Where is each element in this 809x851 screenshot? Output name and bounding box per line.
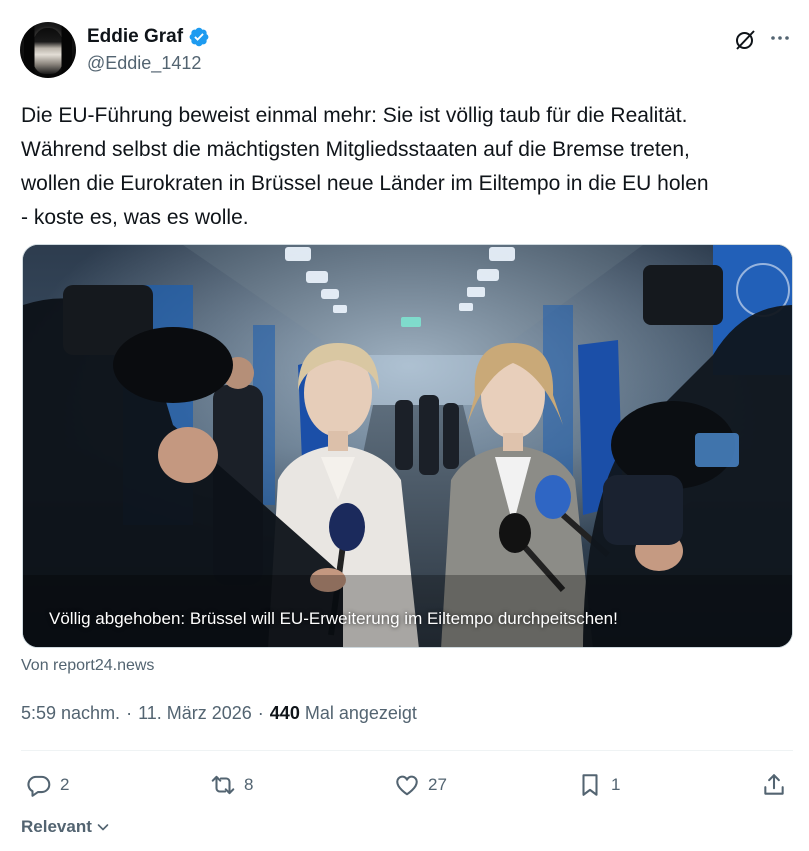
reply-icon: [27, 775, 51, 797]
verified-badge-icon[interactable]: [188, 26, 210, 48]
more-options-icon[interactable]: [768, 26, 792, 52]
author-display-name[interactable]: Eddie Graf: [87, 26, 183, 48]
author-handle[interactable]: @Eddie_1412: [87, 53, 201, 74]
views-count: 440: [269, 703, 300, 723]
grok-icon[interactable]: [733, 28, 757, 52]
repost-icon: [211, 775, 235, 795]
like-button[interactable]: 27: [394, 768, 447, 802]
chevron-down-icon: [97, 824, 109, 831]
views-label: Mal angezeigt: [304, 703, 417, 723]
share-icon: [764, 774, 784, 795]
bookmark-count: 1: [611, 775, 621, 794]
author-name-row: Eddie Graf: [87, 26, 210, 48]
action-bar: 2 8 27 1: [21, 768, 793, 804]
share-button[interactable]: [761, 768, 787, 802]
tweet-header: Eddie Graf @Eddie_1412: [20, 22, 792, 80]
tweet-meta: 5:59 nachm. · 11. März 2026 · 440 Mal an…: [21, 703, 417, 724]
meta-separator: ·: [126, 703, 133, 723]
heart-icon: [396, 775, 418, 796]
tweet-date[interactable]: 11. März 2026: [138, 703, 252, 724]
repost-count: 8: [244, 775, 254, 794]
media-caption: Völlig abgehoben: Brüssel will EU-Erweit…: [49, 609, 618, 628]
media-source-link[interactable]: Von report24.news: [21, 657, 154, 675]
like-count: 27: [428, 775, 447, 794]
meta-separator: ·: [257, 703, 264, 723]
reply-count: 2: [60, 775, 70, 794]
sort-label: Relevant: [21, 817, 92, 836]
tweet-text: Die EU-Führung beweist einmal mehr: Sie …: [21, 104, 709, 229]
author-avatar[interactable]: [20, 22, 76, 78]
media-card[interactable]: Völlig abgehoben: Brüssel will EU-Erweit…: [22, 244, 793, 648]
media-photo: [23, 245, 792, 647]
divider: [21, 750, 793, 751]
repost-button[interactable]: 8: [210, 768, 253, 802]
bookmark-icon: [582, 774, 598, 796]
reply-button[interactable]: 2: [26, 768, 69, 802]
sort-replies-dropdown[interactable]: Relevant: [21, 817, 111, 837]
tweet-time[interactable]: 5:59 nachm.: [21, 703, 120, 724]
bookmark-button[interactable]: 1: [577, 768, 620, 802]
